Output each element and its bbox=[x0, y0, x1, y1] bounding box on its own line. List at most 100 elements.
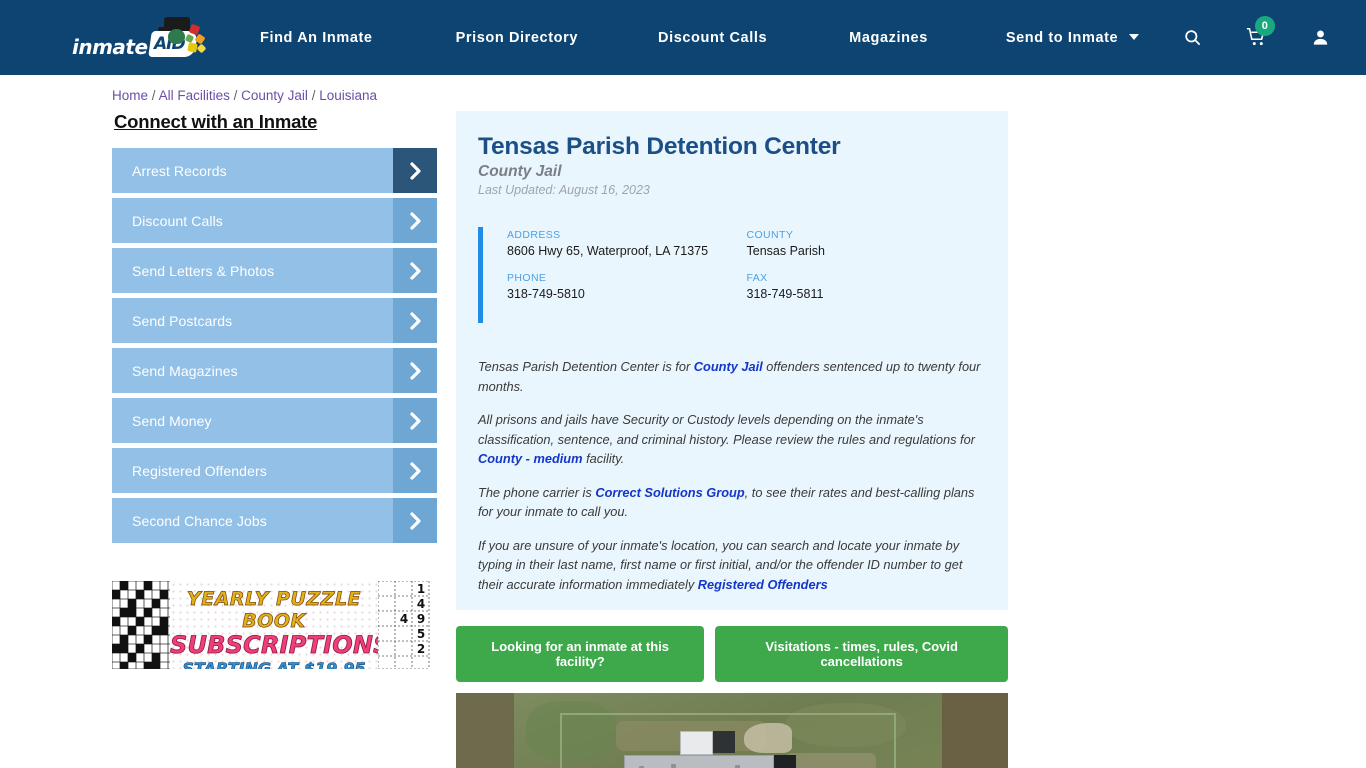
chevron-right-icon bbox=[393, 398, 437, 443]
nav-item-label: Find An Inmate bbox=[260, 29, 373, 46]
fax-row: FAX 318-749-5811 bbox=[747, 272, 987, 301]
breadcrumb-item-louisiana[interactable]: Louisiana bbox=[319, 88, 377, 103]
sudoku-grid-graphic: 1 4 4 9 5 2 bbox=[378, 581, 430, 669]
ad-text-block: YEARLY PUZZLE BOOK SUBSCRIPTIONS STARTIN… bbox=[170, 581, 391, 669]
fax-label: FAX bbox=[746, 272, 768, 284]
contact-column-left: ADDRESS 8606 Hwy 65, Waterproof, LA 7137… bbox=[507, 229, 747, 315]
aerial-building-wing bbox=[774, 755, 796, 768]
site-logo[interactable]: inmate AID bbox=[68, 15, 207, 61]
chevron-right-icon bbox=[393, 298, 437, 343]
sidebar-item-label: Send Magazines bbox=[132, 362, 238, 379]
sidebar-item-discount-calls[interactable]: Discount Calls bbox=[112, 198, 437, 243]
sidebar-item-label: Discount Calls bbox=[132, 212, 223, 229]
svg-text:9: 9 bbox=[417, 612, 425, 626]
nav-item-label: Prison Directory bbox=[455, 29, 579, 46]
desc-text: facility. bbox=[582, 451, 625, 466]
ad-price-line: STARTING AT $19.95 bbox=[182, 659, 366, 669]
link-correct-solutions-group[interactable]: Correct Solutions Group bbox=[595, 485, 744, 500]
desc-text: The phone carrier is bbox=[478, 484, 596, 500]
cta-button-row: Looking for an inmate at this facility? … bbox=[456, 626, 1008, 682]
breadcrumb-item-all-facilities[interactable]: All Facilities bbox=[159, 88, 230, 103]
chevron-down-icon bbox=[1128, 33, 1139, 40]
chevron-right-icon bbox=[393, 198, 437, 243]
desc-text: Tensas Parish Detention Center is for bbox=[478, 359, 694, 374]
last-updated-text: Last Updated: August 16, 2023 bbox=[478, 183, 650, 197]
county-value: Tensas Parish bbox=[746, 244, 826, 258]
puzzle-book-ad-banner[interactable]: YEARLY PUZZLE BOOK SUBSCRIPTIONS STARTIN… bbox=[112, 581, 430, 669]
sidebar: Connect with an Inmate Arrest Records Di… bbox=[112, 111, 437, 669]
link-county-jail[interactable]: County Jail bbox=[694, 359, 763, 374]
breadcrumb-item-county-jail[interactable]: County Jail bbox=[241, 88, 308, 103]
breadcrumb-separator: / bbox=[233, 88, 238, 103]
sidebar-item-arrest-records[interactable]: Arrest Records bbox=[112, 148, 437, 193]
description-paragraph-3: The phone carrier is Correct Solutions G… bbox=[478, 483, 986, 522]
user-account-icon[interactable] bbox=[1311, 28, 1330, 47]
address-label: ADDRESS bbox=[507, 229, 561, 241]
county-label: COUNTY bbox=[746, 229, 794, 241]
confetti-icon bbox=[196, 43, 207, 53]
svg-text:4: 4 bbox=[417, 597, 425, 611]
chevron-right-icon bbox=[393, 448, 437, 493]
breadcrumb: Home / All Facilities / County Jail / Lo… bbox=[112, 88, 1366, 103]
nav-item-label: Send to Inmate bbox=[1005, 29, 1119, 46]
breadcrumb-separator: / bbox=[151, 88, 156, 103]
looking-for-inmate-button[interactable]: Looking for an inmate at this facility? bbox=[456, 626, 705, 682]
nav-item-find-an-inmate[interactable]: Find An Inmate bbox=[260, 24, 373, 52]
nav-item-label: Discount Calls bbox=[658, 29, 768, 46]
link-county-medium[interactable]: County - medium bbox=[478, 451, 583, 466]
address-value: 8606 Hwy 65, Waterproof, LA 71375 bbox=[507, 244, 709, 258]
logo-wordmark: inmate bbox=[72, 34, 148, 59]
sidebar-item-send-money[interactable]: Send Money bbox=[112, 398, 437, 443]
nav-item-send-to-inmate[interactable]: Send to Inmate bbox=[1006, 24, 1139, 52]
header-icon-group: 0 bbox=[1139, 16, 1330, 48]
aerial-building-dark-annex bbox=[713, 731, 735, 753]
description-paragraph-2: All prisons and jails have Security or C… bbox=[478, 410, 986, 469]
aerial-yard-path bbox=[744, 723, 792, 753]
svg-text:1: 1 bbox=[417, 582, 425, 596]
description-paragraph-1: Tensas Parish Detention Center is for Co… bbox=[478, 357, 986, 396]
nav-item-magazines[interactable]: Magazines bbox=[849, 24, 928, 52]
breadcrumb-separator: / bbox=[311, 88, 316, 103]
aerial-main-building-roof bbox=[624, 755, 774, 768]
fax-value: 318-749-5811 bbox=[746, 287, 824, 301]
sidebar-item-registered-offenders[interactable]: Registered Offenders bbox=[112, 448, 437, 493]
site-header: inmate AID Find An Inmate Prison Directo… bbox=[0, 0, 1366, 75]
chevron-right-icon bbox=[393, 348, 437, 393]
svg-text:4: 4 bbox=[400, 612, 408, 626]
svg-text:2: 2 bbox=[417, 642, 425, 656]
search-icon[interactable] bbox=[1183, 28, 1202, 47]
aerial-field-left bbox=[456, 693, 514, 768]
nav-item-discount-calls[interactable]: Discount Calls bbox=[658, 24, 767, 52]
chevron-right-icon bbox=[393, 148, 437, 193]
nav-item-prison-directory[interactable]: Prison Directory bbox=[456, 24, 578, 52]
sidebar-item-send-postcards[interactable]: Send Postcards bbox=[112, 298, 437, 343]
aerial-building-annex bbox=[680, 731, 713, 755]
sidebar-item-label: Send Money bbox=[132, 412, 212, 429]
contact-details-block: ADDRESS 8606 Hwy 65, Waterproof, LA 7137… bbox=[478, 227, 986, 323]
sidebar-item-label: Send Letters & Photos bbox=[132, 262, 275, 279]
facility-type-label: County Jail bbox=[478, 163, 562, 180]
sidebar-heading: Connect with an Inmate bbox=[114, 111, 318, 132]
phone-value[interactable]: 318-749-5810 bbox=[507, 287, 747, 301]
shopping-cart-icon[interactable]: 0 bbox=[1246, 16, 1275, 48]
facility-info-card: Tensas Parish Detention Center County Ja… bbox=[456, 111, 1008, 345]
address-row: ADDRESS 8606 Hwy 65, Waterproof, LA 7137… bbox=[507, 229, 747, 258]
facility-aerial-photo[interactable] bbox=[456, 693, 1008, 768]
sidebar-item-second-chance-jobs[interactable]: Second Chance Jobs bbox=[112, 498, 437, 543]
aerial-field-right bbox=[942, 693, 1008, 768]
nav-item-label: Magazines bbox=[849, 29, 928, 46]
desc-text: All prisons and jails have Security or C… bbox=[478, 412, 975, 447]
facility-description: Tensas Parish Detention Center is for Co… bbox=[456, 345, 1008, 610]
link-registered-offenders[interactable]: Registered Offenders bbox=[698, 577, 828, 592]
sidebar-item-label: Second Chance Jobs bbox=[132, 512, 267, 529]
sidebar-item-send-magazines[interactable]: Send Magazines bbox=[112, 348, 437, 393]
sidebar-item-send-letters-photos[interactable]: Send Letters & Photos bbox=[112, 248, 437, 293]
visitations-button[interactable]: Visitations - times, rules, Covid cancel… bbox=[715, 626, 1008, 682]
crossword-grid-graphic bbox=[112, 581, 170, 669]
sidebar-item-label: Arrest Records bbox=[132, 162, 227, 179]
contact-column-right: COUNTY Tensas Parish FAX 318-749-5811 bbox=[747, 229, 987, 315]
page-body: Home / All Facilities / County Jail / Lo… bbox=[0, 88, 1366, 768]
ad-subheadline: SUBSCRIPTIONS bbox=[170, 631, 391, 660]
breadcrumb-item-home[interactable]: Home bbox=[112, 88, 148, 103]
mascot-face-icon bbox=[168, 28, 185, 44]
